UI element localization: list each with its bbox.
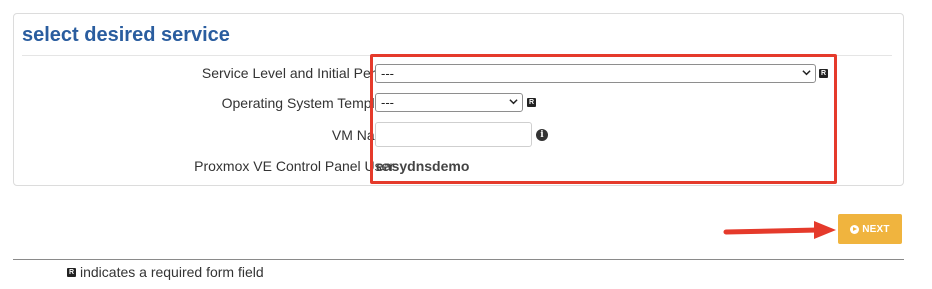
- required-icon: R: [527, 98, 536, 107]
- service-level-select[interactable]: ---: [375, 64, 816, 83]
- service-level-label: Service Level and Initial Period:: [201, 65, 398, 81]
- next-button[interactable]: NEXT: [838, 214, 902, 244]
- chevron-down-icon: [802, 70, 811, 76]
- footer-divider: [13, 259, 904, 260]
- required-icon: R: [819, 69, 828, 78]
- panel-user-label: Proxmox VE Control Panel User:: [194, 158, 398, 174]
- next-button-label: NEXT: [862, 223, 890, 235]
- title-divider: [22, 55, 892, 56]
- panel-user-value: easydnsdemo: [376, 158, 470, 174]
- footer-note-text: indicates a required form field: [80, 264, 264, 280]
- vm-name-input[interactable]: [375, 122, 532, 147]
- required-icon: R: [67, 267, 76, 277]
- os-template-value: ---: [381, 95, 394, 110]
- os-template-label: Operating System Template:: [221, 95, 398, 111]
- service-level-value: ---: [381, 66, 394, 81]
- chevron-down-icon: [509, 99, 518, 105]
- os-template-select[interactable]: ---: [375, 93, 523, 112]
- footer-note: R indicates a required form field: [67, 264, 264, 280]
- info-icon[interactable]: i: [536, 129, 548, 141]
- pointer-arrow-icon: [723, 221, 836, 239]
- arrow-right-circle-icon: [850, 224, 860, 234]
- section-title: select desired service: [22, 24, 230, 46]
